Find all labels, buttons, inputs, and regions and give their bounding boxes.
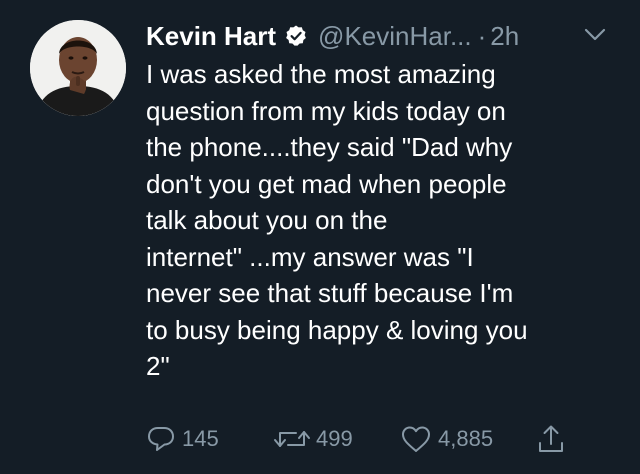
author-handle[interactable]: @KevinHar... [318, 21, 472, 52]
verified-badge-icon [284, 24, 308, 48]
tweet-text-line: 2" [146, 351, 170, 381]
reply-button[interactable]: 145 [146, 422, 219, 456]
reply-icon [148, 427, 174, 451]
tweet-text-line: the phone....they said "Dad why [146, 132, 513, 162]
tweet-text-line: question from my kids today on [146, 95, 506, 126]
tweet-text-line: talk about you on the [146, 205, 388, 235]
tweet[interactable]: Kevin Hart @KevinHar... · 2h I was asked… [0, 0, 640, 474]
tweet-text-line: don't you get mad when people [146, 168, 507, 199]
like-button[interactable]: 4,885 [400, 422, 493, 456]
like-count: 4,885 [438, 426, 494, 451]
avatar-image [30, 20, 126, 116]
tweet-header: Kevin Hart @KevinHar... · 2h [146, 16, 519, 56]
retweet-count: 499 [316, 426, 353, 451]
share-button[interactable] [536, 422, 566, 456]
author-name[interactable]: Kevin Hart [146, 21, 276, 52]
retweet-button[interactable]: 499 [272, 422, 353, 456]
avatar[interactable] [30, 20, 126, 116]
tweet-text-line: never see that stuff because I'm [146, 278, 514, 308]
tweet-text-line: internet" ...my answer was "I [146, 241, 474, 272]
tweet-text-line: I was asked the most amazing [146, 59, 496, 89]
chevron-down-icon[interactable] [584, 28, 606, 42]
tweet-text-line: to busy being happy & loving you [146, 314, 528, 345]
retweet-icon [274, 431, 310, 447]
tweet-actions: 145 499 4,885 [146, 422, 616, 456]
share-icon [539, 425, 563, 452]
heart-icon [402, 426, 430, 452]
reply-count: 145 [182, 426, 219, 451]
header-separator: · [477, 20, 487, 51]
tweet-text: I was asked the most amazing question fr… [146, 56, 616, 385]
tweet-timestamp[interactable]: 2h [490, 21, 519, 52]
